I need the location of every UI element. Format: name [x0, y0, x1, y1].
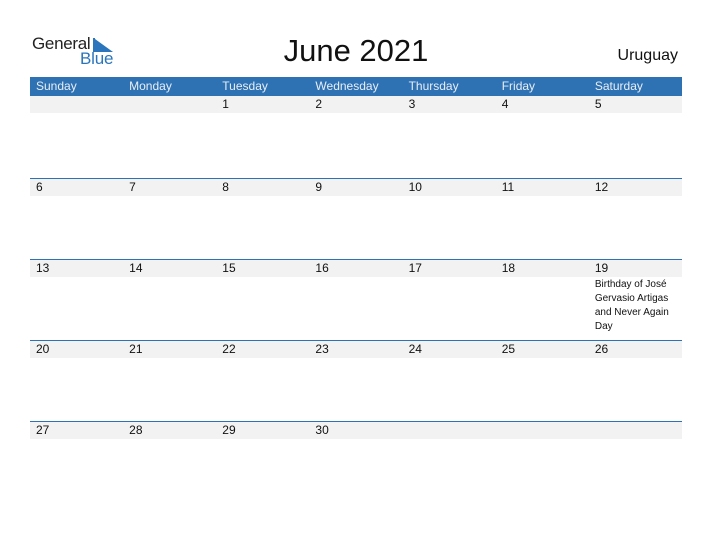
- holiday-event: Birthday of José Gervasio Artigas and Ne…: [594, 279, 669, 332]
- day-cell: 19 Birthday of José Gervasio Artigas and …: [588, 260, 682, 340]
- day-cell: 26: [588, 341, 682, 421]
- day-cell: 4: [495, 96, 589, 178]
- day-number: 30: [309, 422, 403, 439]
- day-cell: 25: [495, 341, 589, 421]
- day-number: 28: [123, 422, 217, 439]
- day-number: 23: [309, 341, 403, 358]
- day-number: 6: [30, 179, 124, 196]
- day-number: 25: [495, 341, 589, 358]
- day-number: [123, 96, 217, 113]
- weekday-tuesday: Tuesday: [222, 79, 268, 93]
- day-cell: 1: [216, 96, 310, 178]
- day-number: 18: [495, 260, 589, 277]
- day-number: 1: [216, 96, 310, 113]
- week-row: 20 21 22 23 24 25 26: [30, 340, 682, 421]
- day-cell: [588, 422, 682, 502]
- day-cell: 6: [30, 179, 124, 259]
- day-cell: 27: [30, 422, 124, 502]
- weeks-container: 1 2 3 4 5 6 7 8 9 10 11 12 13 14 15 16 17 18 19 Birthday of…: [30, 96, 682, 502]
- day-cell: [402, 422, 496, 502]
- day-number: [402, 422, 496, 439]
- day-cell: 2: [309, 96, 403, 178]
- day-number: 20: [30, 341, 124, 358]
- day-cell: 3: [402, 96, 496, 178]
- day-number: 4: [495, 96, 589, 113]
- day-cell: 28: [123, 422, 217, 502]
- day-number: 26: [588, 341, 682, 358]
- day-cell: 13: [30, 260, 124, 340]
- calendar-title: June 2021: [283, 33, 429, 68]
- country-label: Uruguay: [617, 47, 678, 64]
- day-cell: 22: [216, 341, 310, 421]
- day-number: 16: [309, 260, 403, 277]
- week-row: 6 7 8 9 10 11 12: [30, 178, 682, 259]
- week-row: 13 14 15 16 17 18 19 Birthday of José Gervasio …: [30, 259, 682, 340]
- weekday-sunday: Sunday: [36, 79, 77, 93]
- day-cell: 21: [123, 341, 217, 421]
- day-cell: 15: [216, 260, 310, 340]
- day-cell: 11: [495, 179, 589, 259]
- day-number: 21: [123, 341, 217, 358]
- day-cell: 12: [588, 179, 682, 259]
- day-number: [495, 422, 589, 439]
- day-number: 7: [123, 179, 217, 196]
- day-cell: [495, 422, 589, 502]
- day-number: 3: [402, 96, 496, 113]
- day-cell: 29: [216, 422, 310, 502]
- weekday-friday: Friday: [501, 79, 536, 93]
- day-cell: 18: [495, 260, 589, 340]
- day-number: 12: [588, 179, 682, 196]
- day-number: 5: [588, 96, 682, 113]
- weekday-wednesday: Wednesday: [315, 79, 379, 93]
- day-cell: 8: [216, 179, 310, 259]
- day-cell: [30, 96, 124, 178]
- day-number: 13: [30, 260, 124, 277]
- day-number: 22: [216, 341, 310, 358]
- day-cell: 16: [309, 260, 403, 340]
- week-row: 27 28 29 30: [30, 421, 682, 502]
- day-number: 27: [30, 422, 124, 439]
- calendar-grid: Sunday Monday Tuesday Wednesday Thursday…: [30, 77, 682, 502]
- weekday-monday: Monday: [129, 79, 172, 93]
- day-cell: 24: [402, 341, 496, 421]
- day-cell: 14: [123, 260, 217, 340]
- day-cell: 7: [123, 179, 217, 259]
- day-number: 15: [216, 260, 310, 277]
- day-number: 14: [123, 260, 217, 277]
- day-number: 29: [216, 422, 310, 439]
- day-number: 2: [309, 96, 403, 113]
- day-number: [30, 96, 124, 113]
- day-number: 24: [402, 341, 496, 358]
- day-cell: 5: [588, 96, 682, 178]
- day-cell: [123, 96, 217, 178]
- weekday-header: Sunday Monday Tuesday Wednesday Thursday…: [30, 77, 682, 96]
- day-number: 11: [495, 179, 589, 196]
- day-number: 9: [309, 179, 403, 196]
- day-cell: 17: [402, 260, 496, 340]
- day-number: 17: [402, 260, 496, 277]
- day-cell: 9: [309, 179, 403, 259]
- week-row: 12345: [30, 96, 682, 178]
- weekday-thursday: Thursday: [408, 79, 459, 93]
- weekday-saturday: Saturday: [594, 79, 643, 93]
- day-number: 19: [588, 260, 682, 277]
- day-cell: 20: [30, 341, 124, 421]
- day-number: 8: [216, 179, 310, 196]
- day-number: [588, 422, 682, 439]
- day-cell: 23: [309, 341, 403, 421]
- day-cell: 10: [402, 179, 496, 259]
- day-number: 10: [402, 179, 496, 196]
- day-cell: 30: [309, 422, 403, 502]
